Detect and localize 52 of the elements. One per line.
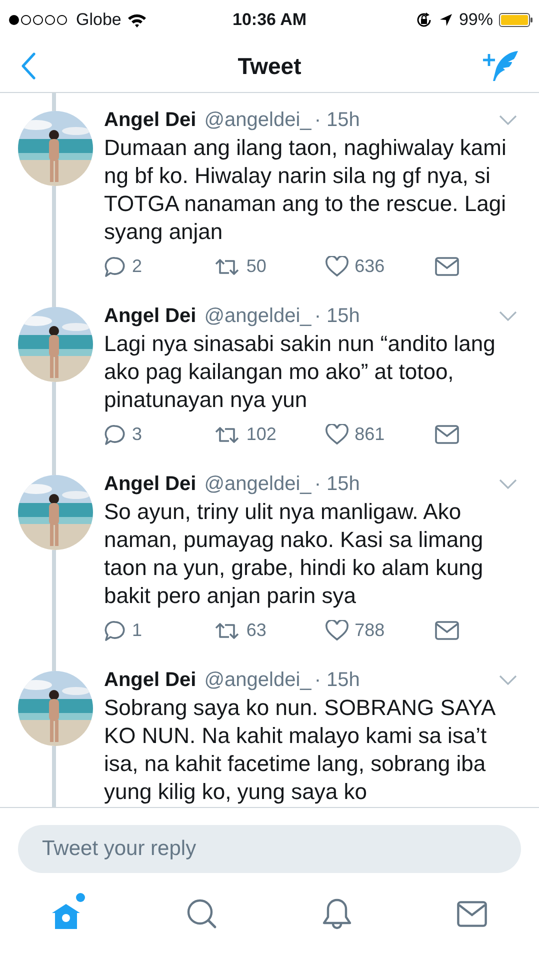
tweet-text: Sobrang saya ko nun. SOBRANG SAYA KO NUN. Na kahit malayo kami sa isa’t isa, na kahit facetime lang, sobrang iba yung kilig ko, yung saya ko	[104, 694, 496, 806]
reply-icon[interactable]	[104, 256, 126, 278]
reply-field[interactable]: Tweet your reply	[18, 825, 521, 873]
bell-icon	[322, 898, 352, 930]
heart-icon[interactable]	[324, 620, 349, 641]
heart-icon[interactable]	[324, 424, 349, 445]
tweet-time: · 15h	[314, 668, 360, 692]
back-button[interactable]	[20, 52, 36, 80]
battery-icon	[499, 13, 533, 27]
tweet-text: Lagi nya sinasabi sakin nun “andito lang ako pag kailangan mo ako” at totoo, pinatunayan nya yun	[104, 330, 496, 414]
author-name[interactable]: Angel Dei	[104, 668, 196, 692]
status-time: 10:36 AM	[232, 10, 306, 30]
reply-count: 3	[132, 424, 142, 445]
mail-icon[interactable]	[434, 425, 459, 444]
tweet-time: · 15h	[314, 304, 360, 328]
reply-count: 2	[132, 256, 142, 277]
retweet-icon[interactable]	[214, 620, 240, 640]
reply-icon[interactable]	[104, 620, 126, 642]
tweet-time: · 15h	[314, 472, 360, 496]
location-arrow-icon	[438, 13, 453, 27]
rotation-lock-icon	[414, 11, 433, 29]
author-name[interactable]: Angel Dei	[104, 472, 196, 496]
retweet-icon[interactable]	[214, 256, 240, 276]
compose-tweet-button[interactable]	[483, 50, 519, 82]
author-handle: @angeldei_	[204, 304, 312, 328]
signal-icon	[8, 14, 70, 26]
battery-percentage: 99%	[458, 10, 493, 30]
reply-icon[interactable]	[104, 424, 126, 446]
retweet-count: 102	[246, 424, 276, 445]
mail-icon[interactable]	[434, 257, 459, 276]
author-handle: @angeldei_	[204, 108, 312, 132]
like-count: 861	[354, 424, 385, 445]
tweet-time: · 15h	[314, 108, 360, 132]
tweet-text: Dumaan ang ilang taon, naghiwalay kami ng bf ko. Hiwalay narin sila ng gf nya, si TOTGA nanaman ang to the rescue. Lagi syang anjan	[104, 134, 508, 246]
tweet-text: So ayun, triny ulit nya manligaw. Ako naman, pumayag nako. Kasi sa limang taon na yun, grabe, hindi ko alam kung bakit pero anjan parin sya	[104, 498, 484, 610]
like-count: 636	[354, 256, 385, 277]
mail-icon[interactable]	[434, 621, 459, 640]
author-name[interactable]: Angel Dei	[104, 304, 196, 328]
wifi-icon	[127, 12, 148, 28]
page-title: Tweet	[238, 52, 302, 80]
search-icon	[186, 898, 218, 930]
heart-icon[interactable]	[324, 256, 349, 277]
retweet-count: 50	[246, 256, 266, 277]
author-name[interactable]: Angel Dei	[104, 108, 196, 132]
retweet-icon[interactable]	[214, 424, 240, 444]
author-handle: @angeldei_	[204, 472, 312, 496]
like-count: 788	[354, 620, 385, 641]
reply-count: 1	[132, 620, 142, 641]
mail-icon	[456, 900, 487, 926]
retweet-count: 63	[246, 620, 266, 641]
author-handle: @angeldei_	[204, 668, 312, 692]
carrier-name: Globe	[76, 10, 122, 30]
